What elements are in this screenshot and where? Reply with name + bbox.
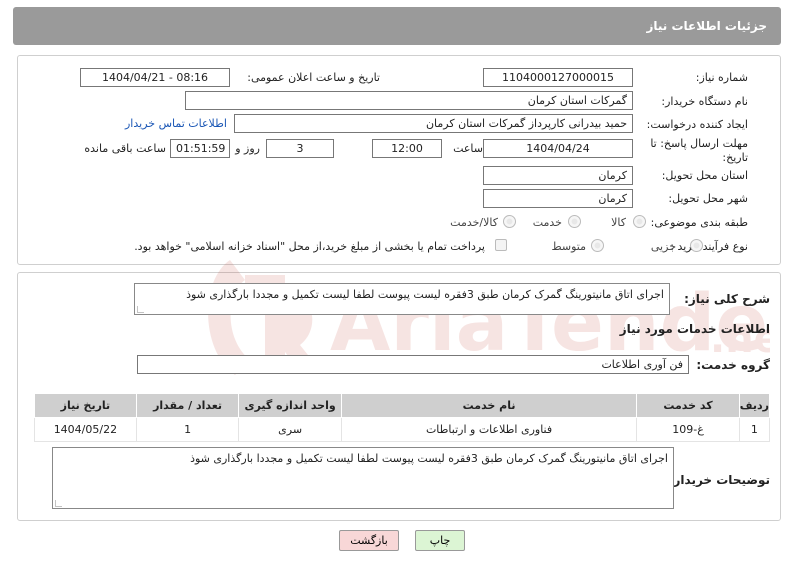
treasury-payment-checkbox[interactable] bbox=[495, 239, 507, 251]
category-goods-radio[interactable] bbox=[633, 215, 646, 228]
print-button[interactable]: چاپ bbox=[415, 530, 465, 551]
process-minor-radio[interactable] bbox=[690, 239, 703, 252]
deadline-time-label: ساعت bbox=[453, 142, 483, 155]
announce-datetime-label: تاریخ و ساعت اعلان عمومی: bbox=[247, 71, 380, 84]
process-medium-radio[interactable] bbox=[591, 239, 604, 252]
column-header-need-date: تاریخ نیاز bbox=[34, 393, 137, 418]
category-service-radio[interactable] bbox=[568, 215, 581, 228]
cell-service-code: غ-109 bbox=[636, 417, 740, 442]
days-remaining-field: 3 bbox=[266, 139, 334, 158]
process-type-label: نوع فرآیند خرید : bbox=[670, 240, 748, 253]
services-section-title: اطلاعات خدمات مورد نیاز bbox=[619, 322, 770, 336]
time-remaining-field: 01:51:59 bbox=[170, 139, 230, 158]
buyer-contact-link[interactable]: اطلاعات تماس خریدار bbox=[125, 117, 227, 130]
buyer-notes-label: توضیحات خریدار: bbox=[668, 473, 770, 487]
cell-need-date: 1404/05/22 bbox=[34, 417, 137, 442]
creator-field: حمید بیدرانی کارپرداز گمرکات استان کرمان bbox=[234, 114, 633, 133]
buyer-org-label: نام دستگاه خریدار: bbox=[661, 95, 748, 108]
category-service-label: خدمت bbox=[532, 216, 562, 229]
creator-label: ایجاد کننده درخواست: bbox=[646, 118, 748, 131]
days-label: روز و bbox=[235, 142, 260, 155]
time-remaining-label: ساعت باقی مانده bbox=[84, 142, 166, 155]
column-header-service-code: کد خدمت bbox=[636, 393, 740, 418]
resize-grip-icon[interactable] bbox=[55, 500, 62, 507]
buyer-org-field: گمرکات استان کرمان bbox=[185, 91, 633, 110]
cell-service-name: فناوری اطلاعات و ارتباطات bbox=[340, 417, 638, 442]
service-group-field: فن آوری اطلاعات bbox=[137, 355, 689, 374]
city-label: شهر محل تحویل: bbox=[668, 192, 748, 205]
cell-row-no: 1 bbox=[738, 417, 771, 442]
need-number-field: 1104000127000015 bbox=[483, 68, 633, 87]
table-header-row: ردیف کد خدمت نام خدمت واحد اندازه گیری ت… bbox=[34, 393, 771, 418]
services-table: ردیف کد خدمت نام خدمت واحد اندازه گیری ت… bbox=[34, 393, 771, 442]
process-minor-label: جزیی bbox=[650, 240, 676, 253]
service-group-label: گروه خدمت: bbox=[696, 358, 770, 372]
province-field: کرمان bbox=[483, 166, 633, 185]
buyer-notes-textarea[interactable]: اجرای اتاق مانیتورینگ گمرک کرمان طبق 3فق… bbox=[52, 447, 674, 509]
city-field: کرمان bbox=[483, 189, 633, 208]
column-header-service-name: نام خدمت bbox=[340, 393, 638, 418]
treasury-payment-note: پرداخت تمام یا بخشی از مبلغ خرید،از محل … bbox=[134, 240, 485, 253]
category-label: طبقه بندی موضوعی: bbox=[650, 216, 748, 229]
back-button[interactable]: بازگشت bbox=[339, 530, 399, 551]
resize-grip-icon[interactable] bbox=[137, 306, 144, 313]
category-both-label: کالا/خدمت bbox=[450, 216, 498, 229]
deadline-date-field: 1404/04/24 bbox=[483, 139, 633, 158]
category-both-radio[interactable] bbox=[503, 215, 516, 228]
need-number-label: شماره نیاز: bbox=[695, 71, 748, 84]
summary-text: اجرای اتاق مانیتورینگ گمرک کرمان طبق 3فق… bbox=[186, 288, 664, 301]
process-medium-label: متوسط bbox=[551, 240, 586, 253]
page-title: جزئیات اطلاعات نیاز bbox=[646, 19, 767, 33]
column-header-quantity: تعداد / مقدار bbox=[135, 393, 240, 418]
deadline-date-label: تاریخ: bbox=[722, 151, 748, 164]
page-header: جزئیات اطلاعات نیاز bbox=[13, 7, 781, 45]
deadline-label: مهلت ارسال پاسخ: تا bbox=[650, 137, 748, 150]
summary-textarea[interactable]: اجرای اتاق مانیتورینگ گمرک کرمان طبق 3فق… bbox=[134, 283, 670, 315]
buyer-notes-text: اجرای اتاق مانیتورینگ گمرک کرمان طبق 3فق… bbox=[190, 452, 668, 465]
table-row: 1 غ-109 فناوری اطلاعات و ارتباطات سری 1 … bbox=[34, 417, 771, 442]
summary-label: شرح کلی نیاز: bbox=[684, 292, 770, 306]
cell-unit: سری bbox=[238, 417, 342, 442]
column-header-row-no: ردیف bbox=[738, 393, 771, 418]
deadline-time-field: 12:00 bbox=[372, 139, 442, 158]
cell-quantity: 1 bbox=[135, 417, 240, 442]
column-header-unit: واحد اندازه گیری bbox=[238, 393, 342, 418]
province-label: استان محل تحویل: bbox=[661, 169, 748, 182]
category-goods-label: کالا bbox=[611, 216, 626, 229]
announce-datetime-field: 1404/04/21 - 08:16 bbox=[80, 68, 230, 87]
